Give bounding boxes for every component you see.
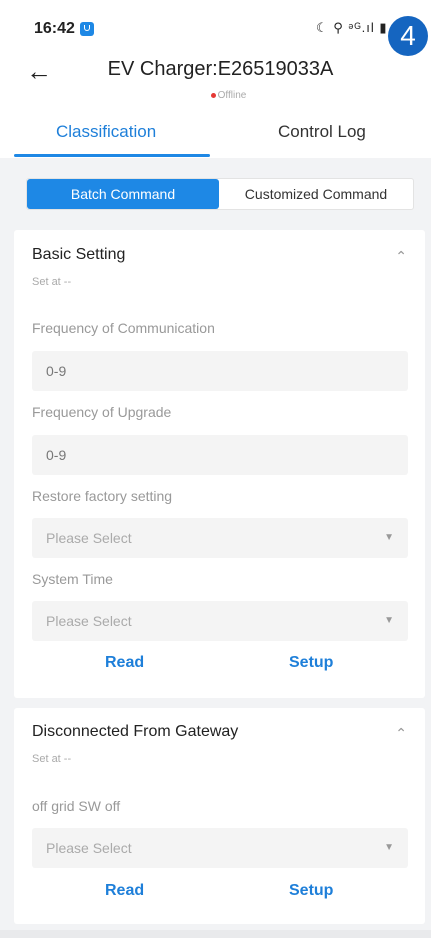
tab-control-log[interactable]: Control Log [278,122,366,142]
field-label: Frequency of Upgrade [32,404,172,420]
select-value: Please Select [46,613,132,629]
field-label: Restore factory setting [32,488,173,504]
chevron-up-icon[interactable]: ⌃ [395,725,407,742]
device-status: Offline [0,90,431,101]
set-at-text: Set at -- [32,753,72,765]
customized-command-button[interactable]: Customized Command [219,179,413,209]
tab-classification[interactable]: Classification [56,122,156,142]
step-badge: 4 [388,16,428,56]
set-at-text: Set at -- [32,276,72,288]
status-bar: 16:42 ☾ ⚲ ᵊᴳ.ıl ▮ [0,0,431,56]
batch-command-button[interactable]: Batch Command [27,179,219,209]
field-label: off grid SW off [32,798,121,814]
upgrade-frequency-input[interactable]: 0-9 [32,435,408,475]
select-value: Please Select [46,840,132,856]
caret-down-icon: ▼ [384,532,394,543]
chevron-up-icon[interactable]: ⌃ [395,248,407,265]
offline-dot-icon [210,92,216,98]
active-tab-indicator [14,154,210,157]
setup-button[interactable]: Setup [289,882,333,900]
system-time-select[interactable]: Please Select ▼ [32,601,408,641]
setup-button[interactable]: Setup [289,654,333,672]
off-grid-sw-select[interactable]: Please Select ▼ [32,828,408,868]
status-time: 16:42 [34,20,75,37]
card-title: Basic Setting [32,246,126,263]
command-type-switch: Batch Command Customized Command [26,178,414,210]
restore-factory-select[interactable]: Please Select ▼ [32,518,408,558]
card-title: Disconnected From Gateway [32,723,239,740]
page-title: EV Charger:E26519033A [107,58,334,80]
basic-setting-card: Basic Setting Set at -- ⌃ Frequency of C… [14,230,425,698]
bottom-edge [0,930,431,938]
caret-down-icon: ▼ [384,615,394,626]
status-text: Offline [217,90,247,101]
select-value: Please Select [46,530,132,546]
status-icons: ☾ ⚲ ᵊᴳ.ıl ▮ [316,20,388,35]
app-notification-icon [80,22,94,36]
read-button[interactable]: Read [105,882,144,900]
communication-frequency-input[interactable]: 0-9 [32,351,408,391]
field-label: System Time [32,571,113,587]
field-label: Frequency of Communication [32,320,215,336]
gateway-card: Disconnected From Gateway Set at -- ⌃ of… [14,708,425,924]
read-button[interactable]: Read [105,654,144,672]
caret-down-icon: ▼ [384,842,394,853]
